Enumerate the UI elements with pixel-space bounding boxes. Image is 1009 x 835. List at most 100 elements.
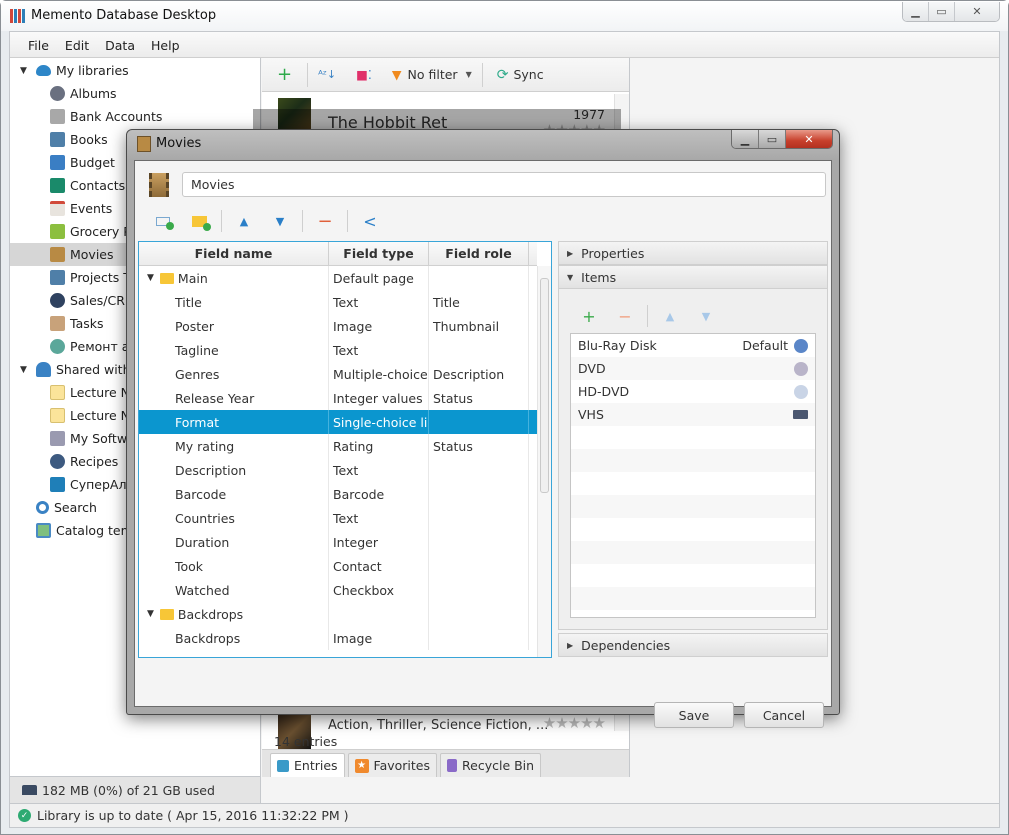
- field-row[interactable]: Watched Checkbox: [139, 578, 537, 602]
- field-row[interactable]: Poster Image Thumbnail: [139, 314, 537, 338]
- filter-dropdown[interactable]: ▼ No filter ▼: [382, 58, 482, 91]
- add-field-button[interactable]: [145, 216, 181, 230]
- library-icon-picker[interactable]: [149, 173, 169, 197]
- field-row[interactable]: Duration Integer: [139, 530, 537, 554]
- scrollbar-thumb[interactable]: [540, 278, 549, 493]
- field-group-row[interactable]: ▼ Main Default page: [139, 266, 537, 290]
- field-name: Format: [175, 414, 220, 430]
- sidebar-item-bank-accounts[interactable]: Bank Accounts: [10, 105, 260, 128]
- field-row[interactable]: Description Text: [139, 458, 537, 482]
- column-header-field-role[interactable]: Field role: [429, 242, 529, 265]
- add-page-button[interactable]: [181, 215, 217, 231]
- field-role-cell: [429, 266, 529, 290]
- field-type-cell: Rating: [329, 434, 429, 458]
- field-name-cell: Format: [139, 410, 329, 434]
- field-role-cell: [429, 506, 529, 530]
- section-dependencies[interactable]: ▶ Dependencies: [558, 633, 828, 657]
- menu-data[interactable]: Data: [97, 32, 143, 57]
- add-entry-button[interactable]: +: [262, 58, 307, 91]
- field-name: Description: [175, 462, 247, 478]
- menu-file[interactable]: File: [20, 32, 57, 57]
- sidebar-item-albums[interactable]: Albums: [10, 82, 260, 105]
- vhs-icon: [793, 410, 808, 419]
- section-properties[interactable]: ▶ Properties: [558, 241, 828, 265]
- tab-label: Entries: [294, 758, 338, 773]
- menu-help[interactable]: Help: [143, 32, 188, 57]
- dialog-maximize-button[interactable]: ▭: [759, 130, 786, 148]
- people-icon: [36, 362, 51, 377]
- app-window: Memento Database Desktop ▁ ▭ ✕ File Edit…: [0, 0, 1009, 835]
- maximize-button[interactable]: ▭: [929, 2, 955, 21]
- field-row[interactable]: Release Year Integer values Status: [139, 386, 537, 410]
- add-item-button[interactable]: +: [571, 307, 607, 326]
- save-button[interactable]: Save: [654, 702, 734, 728]
- remove-field-button[interactable]: −: [307, 211, 343, 232]
- cancel-button[interactable]: Cancel: [744, 702, 824, 728]
- catalog-icon: [36, 523, 51, 538]
- remove-item-button[interactable]: −: [607, 307, 643, 326]
- collapse-arrow-icon[interactable]: ▼: [147, 273, 154, 283]
- check-circle-icon: ✓: [18, 809, 31, 822]
- sync-button[interactable]: ⟳ Sync: [483, 58, 554, 91]
- move-up-button[interactable]: ▲: [226, 215, 262, 228]
- group-button[interactable]: ■⁚: [346, 58, 382, 91]
- column-header-field-type[interactable]: Field type: [329, 242, 429, 265]
- fields-table: Field name Field type Field role ▼ Main De…: [138, 241, 552, 658]
- field-row[interactable]: Took Contact: [139, 554, 537, 578]
- list-item[interactable]: VHS: [571, 403, 815, 426]
- lightning-icon: [50, 293, 65, 308]
- field-row[interactable]: Backdrops Image: [139, 626, 537, 650]
- field-group-row[interactable]: ▼ Backdrops: [139, 602, 537, 626]
- library-name-input[interactable]: [182, 172, 826, 197]
- field-name-cell: Barcode: [139, 482, 329, 506]
- field-name-cell: ▼ Main: [139, 266, 329, 290]
- field-name-cell: My rating: [139, 434, 329, 458]
- minimize-button[interactable]: ▁: [903, 2, 929, 21]
- field-row[interactable]: Barcode Barcode: [139, 482, 537, 506]
- item-label: VHS: [578, 407, 604, 422]
- field-row[interactable]: Title Text Title: [139, 290, 537, 314]
- close-button[interactable]: ✕: [955, 2, 999, 21]
- section-items[interactable]: ▼ Items: [558, 265, 828, 289]
- field-name: Title: [175, 294, 202, 310]
- dialog-close-button[interactable]: ✕: [786, 130, 832, 148]
- dialog-minimize-button[interactable]: ▁: [732, 130, 759, 148]
- filter-label: No filter: [407, 67, 458, 82]
- field-name-cell: Took: [139, 554, 329, 578]
- note-icon: [50, 408, 65, 423]
- field-name-cell: Release Year: [139, 386, 329, 410]
- list-item[interactable]: DVD: [571, 357, 815, 380]
- list-item[interactable]: HD-DVD: [571, 380, 815, 403]
- expand-arrow-icon[interactable]: ▼: [20, 66, 30, 76]
- list-item[interactable]: Blu-Ray Disk Default: [571, 334, 815, 357]
- table-icon: [277, 759, 289, 772]
- sort-button[interactable]: ᴬᶻ↓: [308, 58, 346, 91]
- tab-favorites[interactable]: ★ Favorites: [347, 753, 438, 777]
- default-badge: Default: [742, 338, 788, 353]
- add-folder-icon: [191, 215, 211, 231]
- column-header-field-name[interactable]: Field name: [139, 242, 329, 265]
- tree-group-my-libraries[interactable]: ▼ My libraries: [10, 59, 260, 82]
- field-row[interactable]: Format Single-choice list: [139, 410, 537, 434]
- share-button[interactable]: <: [352, 212, 388, 231]
- collapse-arrow-icon[interactable]: ▼: [147, 609, 154, 619]
- move-down-button[interactable]: ▼: [262, 215, 298, 228]
- tab-entries[interactable]: Entries: [270, 753, 345, 777]
- field-row[interactable]: Countries Text: [139, 506, 537, 530]
- field-row[interactable]: Genres Multiple-choice... Description: [139, 362, 537, 386]
- item-move-down-button[interactable]: ▼: [688, 310, 724, 323]
- chevron-down-icon: ▼: [465, 70, 472, 79]
- menu-edit[interactable]: Edit: [57, 32, 97, 57]
- rating-stars: ★★★★★: [542, 714, 606, 732]
- items-panel: + − ▲ ▼ Blu-Ray Disk Default DVD HD-DVD V…: [558, 289, 828, 630]
- tab-label: Favorites: [373, 758, 431, 773]
- title-bar: Memento Database Desktop ▁ ▭ ✕: [1, 1, 1008, 31]
- expand-arrow-icon[interactable]: ▼: [20, 365, 30, 375]
- field-role-cell: [429, 482, 529, 506]
- fields-scrollbar[interactable]: [537, 266, 551, 657]
- field-name: Backdrops: [175, 630, 241, 646]
- item-move-up-button[interactable]: ▲: [652, 310, 688, 323]
- tab-recycle-bin[interactable]: Recycle Bin: [440, 753, 542, 777]
- field-row[interactable]: My rating Rating Status: [139, 434, 537, 458]
- field-row[interactable]: Tagline Text: [139, 338, 537, 362]
